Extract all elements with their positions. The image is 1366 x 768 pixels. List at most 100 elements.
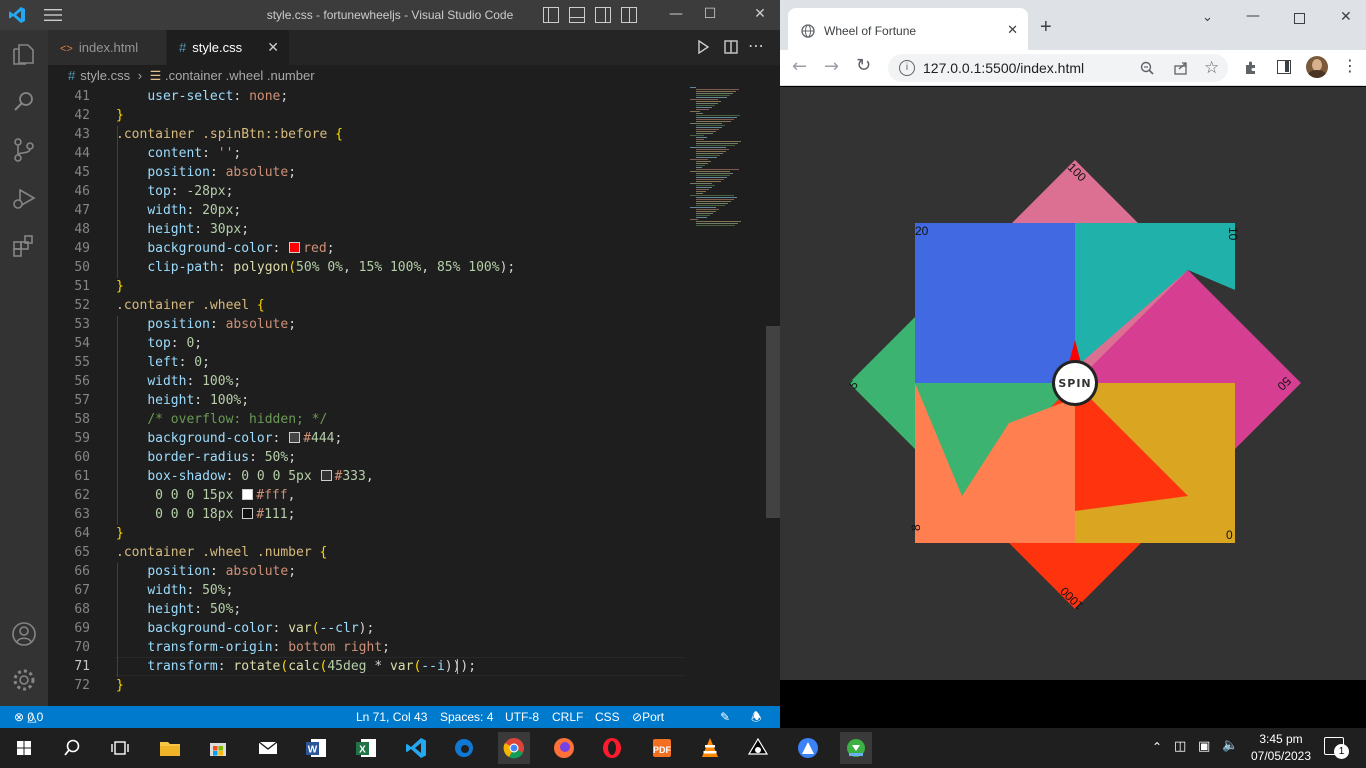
edge-icon[interactable] <box>448 732 480 764</box>
share-icon[interactable] <box>1173 60 1189 76</box>
code-line[interactable]: .container .wheel { <box>116 296 265 315</box>
color-swatch[interactable] <box>289 242 301 253</box>
vscode-taskbar-icon[interactable] <box>400 732 432 764</box>
breadcrumb-symbol[interactable]: .container .wheel .number <box>165 68 315 83</box>
battery-icon[interactable]: ◫ <box>1174 739 1186 754</box>
breadcrumb-file[interactable]: style.css <box>80 68 130 83</box>
code-line[interactable]: width: 50%; <box>116 581 233 600</box>
run-icon[interactable] <box>696 40 710 54</box>
code-line[interactable]: position: absolute; <box>116 562 296 581</box>
side-panel-icon[interactable] <box>1277 60 1291 74</box>
color-swatch[interactable] <box>242 489 254 500</box>
code-line[interactable]: background-color: var(--clr); <box>116 619 374 638</box>
opera-icon[interactable] <box>596 732 628 764</box>
volume-icon[interactable]: 🔈 <box>1222 738 1238 753</box>
close-tab-icon[interactable]: ✕ <box>1007 22 1018 38</box>
inkscape-icon[interactable] <box>742 732 774 764</box>
file-explorer-icon[interactable] <box>154 732 186 764</box>
code-line[interactable]: width: 20px; <box>116 201 241 220</box>
extensions-icon[interactable] <box>10 232 38 260</box>
tab-style-css[interactable]: # style.css ✕ <box>167 30 289 65</box>
code-line[interactable]: width: 100%; <box>116 372 241 391</box>
code-line[interactable]: height: 100%; <box>116 391 249 410</box>
feedback-icon[interactable]: ✎ <box>720 706 730 728</box>
mail-icon[interactable] <box>252 732 284 764</box>
chevron-down-icon[interactable]: ⌄ <box>1202 10 1213 25</box>
bookmark-star-icon[interactable]: ☆ <box>1204 54 1219 82</box>
accounts-icon[interactable] <box>10 620 38 648</box>
code-line[interactable]: content: ''; <box>116 144 241 163</box>
code-line[interactable]: user-select: none; <box>116 87 288 106</box>
color-swatch[interactable] <box>289 432 301 443</box>
search-icon[interactable] <box>56 732 88 764</box>
task-view-icon[interactable] <box>104 732 136 764</box>
show-hidden-icons-chevron[interactable]: ⌃ <box>1152 740 1162 754</box>
pdf-app-icon[interactable]: PDF <box>646 732 678 764</box>
code-line[interactable]: } <box>116 106 124 125</box>
windows-start-icon[interactable] <box>8 732 40 764</box>
code-line[interactable]: } <box>116 676 124 695</box>
code-line[interactable]: } <box>116 277 124 296</box>
code-line[interactable]: left: 0; <box>116 353 210 372</box>
code-line[interactable]: .container .wheel .number { <box>116 543 327 562</box>
manage-gear-icon[interactable] <box>10 666 38 694</box>
network-icon[interactable]: ▣ <box>1198 739 1210 754</box>
code-line[interactable]: transform: rotate(calc(45deg * var(--i))… <box>116 657 476 676</box>
scrollbar-thumb[interactable] <box>766 326 780 518</box>
toggle-secondary-sidebar-icon[interactable] <box>595 7 611 23</box>
browser-tab[interactable]: Wheel of Fortune ✕ <box>788 8 1028 50</box>
zoom-icon[interactable] <box>1140 61 1154 75</box>
code-line[interactable]: position: absolute; <box>116 163 296 182</box>
split-editor-icon[interactable] <box>724 40 738 54</box>
address-bar[interactable]: i 127.0.0.1:5500/index.html ☆ <box>888 54 1228 82</box>
download-manager-icon[interactable] <box>840 732 872 764</box>
color-swatch[interactable] <box>242 508 254 519</box>
maximize-icon[interactable]: ☐ <box>695 6 725 22</box>
minimap[interactable] <box>688 87 768 237</box>
code-line[interactable]: height: 50%; <box>116 600 241 619</box>
code-line[interactable]: /* overflow: hidden; */ <box>116 410 327 429</box>
code-line[interactable]: height: 30px; <box>116 220 249 239</box>
word-icon[interactable]: W <box>300 732 332 764</box>
code-line[interactable]: box-shadow: 0 0 0 5px #333, <box>116 467 373 486</box>
end-of-line[interactable]: CRLF <box>552 706 583 728</box>
cursor-position[interactable]: Ln 71, Col 43 <box>356 706 427 728</box>
code-line[interactable]: transform-origin: bottom right; <box>116 638 390 657</box>
forward-icon[interactable]: → <box>824 56 839 77</box>
minimize-icon[interactable]: — <box>1246 8 1260 24</box>
excel-icon[interactable]: X <box>350 732 382 764</box>
code-line[interactable]: 0 0 0 18px #111; <box>116 505 295 524</box>
code-line[interactable]: background-color: red; <box>116 239 334 258</box>
code-line[interactable]: clip-path: polygon(50% 0%, 15% 100%, 85%… <box>116 258 515 277</box>
more-actions-icon[interactable]: ⋯ <box>748 36 764 55</box>
code-line[interactable]: } <box>116 524 124 543</box>
close-icon[interactable]: ✕ <box>745 6 775 22</box>
explorer-icon[interactable] <box>10 40 38 68</box>
customize-layout-icon[interactable] <box>621 7 637 23</box>
code-line[interactable]: .container .spinBtn::before { <box>116 125 343 144</box>
maximize-icon[interactable] <box>1294 13 1305 24</box>
code-line[interactable]: position: absolute; <box>116 315 296 334</box>
run-debug-icon[interactable] <box>10 184 38 212</box>
accessibility-app-icon[interactable] <box>792 732 824 764</box>
indentation[interactable]: Spaces: 4 <box>440 706 493 728</box>
extensions-icon[interactable] <box>1243 60 1259 76</box>
minimize-icon[interactable]: — <box>661 6 691 22</box>
problems-indicator[interactable]: ⊗ 0 △ 0 <box>14 706 43 728</box>
tab-index-html[interactable]: <> index.html <box>48 30 166 65</box>
source-control-icon[interactable] <box>10 136 38 164</box>
chrome-menu-icon[interactable]: ⋮ <box>1342 56 1358 75</box>
color-swatch[interactable] <box>320 470 332 481</box>
code-line[interactable]: border-radius: 50%; <box>116 448 296 467</box>
system-clock[interactable]: 3:45 pm 07/05/2023 <box>1244 731 1318 765</box>
reload-icon[interactable]: ↻ <box>856 55 871 76</box>
toggle-sidebar-icon[interactable] <box>543 7 559 23</box>
code-line[interactable]: background-color: #444; <box>116 429 342 448</box>
language-mode[interactable]: CSS <box>595 706 620 728</box>
toggle-panel-icon[interactable] <box>569 7 585 23</box>
close-window-icon[interactable]: ✕ <box>1340 9 1352 25</box>
profile-avatar[interactable] <box>1306 56 1328 78</box>
code-line[interactable]: top: -28px; <box>116 182 233 201</box>
live-server-port[interactable]: ⊘ Port : 5500 <box>632 706 669 768</box>
search-icon[interactable] <box>10 88 38 116</box>
